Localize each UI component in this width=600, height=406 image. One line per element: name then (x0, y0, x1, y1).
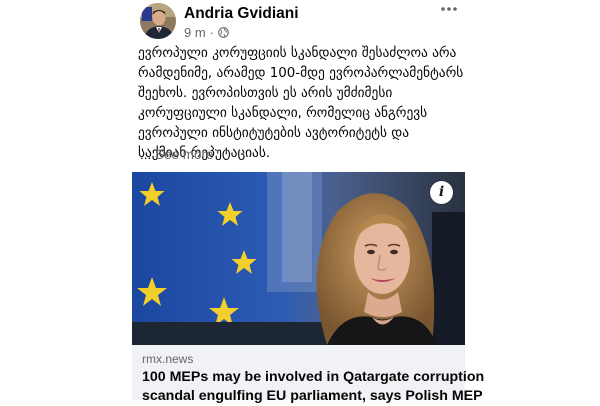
post-author-name[interactable]: Andria Gvidiani (184, 5, 299, 23)
ellipsis-icon[interactable] (440, 2, 458, 16)
link-preview-image[interactable]: i (132, 172, 465, 345)
post-body-text: ევროპული კორუფციის სკანდალი შესაძლოა არა… (138, 44, 470, 164)
globe-icon[interactable] (218, 27, 229, 38)
post-text-line: კორუფციული სკანდალი, რომელიც ანგრევს (138, 106, 428, 121)
post-text-line: შეეხოს. ევროპისთვის ეს არის უმძიმესი (138, 86, 393, 101)
headline-line: 100 MEPs may be involved in Qatargate co… (142, 369, 485, 385)
see-more-link[interactable]: See more (155, 147, 214, 162)
link-preview-card[interactable]: i rmx.news 100 MEPs may be involved in Q… (132, 172, 484, 404)
link-headline[interactable]: 100 MEPs may be involved in Qatargate co… (142, 368, 485, 406)
text-ellipsis: ... (140, 147, 152, 162)
post-text-line: რამდენიმე, არამედ 100-მდე ევროპარლამენტა… (138, 66, 464, 81)
link-preview-footer[interactable]: rmx.news 100 MEPs may be involved in Qat… (132, 345, 484, 404)
link-domain: rmx.news (142, 352, 194, 366)
see-more-row: ... See more (140, 147, 214, 162)
post-timestamp[interactable]: 9 m (184, 25, 206, 40)
meta-separator: · (209, 25, 215, 40)
avatar[interactable] (140, 3, 176, 39)
post-text-line: ევროპული ინსტიტუტების ავტორიტეტს და (138, 126, 410, 141)
preview-photo (132, 172, 465, 345)
avatar-photo (140, 3, 176, 39)
info-icon[interactable]: i (430, 181, 453, 204)
facebook-post: Andria Gvidiani 9 m · ევროპული კორუფციის… (0, 0, 600, 404)
post-text-line: ევროპული კორუფციის სკანდალი შესაძლოა არა (138, 46, 457, 61)
headline-line: scandal engulfing EU parliament, says Po… (142, 388, 483, 404)
post-meta: 9 m · (184, 25, 229, 40)
